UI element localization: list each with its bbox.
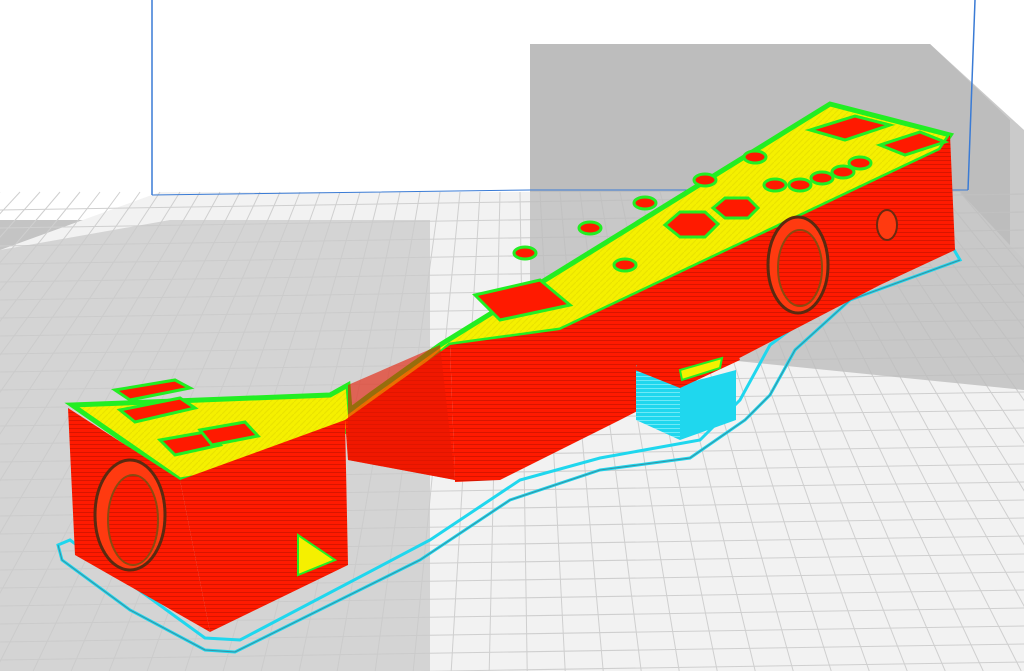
- port-hole-end-inner: [107, 474, 159, 566]
- top-round-hole: [632, 195, 658, 211]
- hex-cutout-2: [710, 196, 761, 220]
- top-round-hole: [830, 164, 856, 180]
- top-round-hole: [512, 245, 538, 261]
- top-round-hole: [742, 149, 768, 165]
- port-hole-side-inner: [777, 229, 823, 307]
- top-round-hole: [612, 257, 638, 273]
- port-hole-small: [876, 209, 898, 241]
- 3d-viewport[interactable]: [0, 0, 1024, 671]
- top-round-hole: [809, 170, 835, 186]
- scene[interactable]: [0, 0, 1024, 671]
- top-round-hole: [762, 177, 788, 193]
- top-round-hole: [692, 172, 718, 188]
- top-round-hole: [787, 177, 813, 193]
- top-round-hole: [577, 220, 603, 236]
